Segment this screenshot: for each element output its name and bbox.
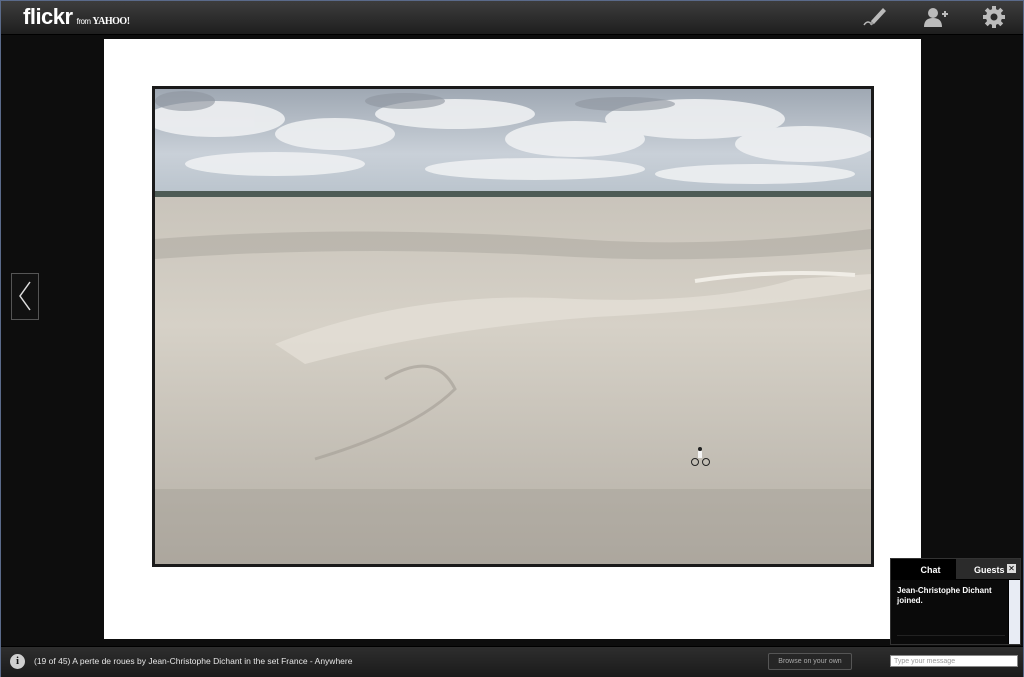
edit-pen-icon[interactable] <box>862 5 888 29</box>
browse-button[interactable]: Browse on your own <box>768 653 852 670</box>
chat-tabs: Chat Guests ✕ <box>891 559 1020 579</box>
info-icon[interactable]: i <box>10 654 25 669</box>
message-divider <box>897 635 1005 636</box>
tab-guests-label: Guests <box>974 565 1005 575</box>
top-bar: flickr from YAHOO! <box>1 1 1023 35</box>
logo-wordmark: flickr <box>23 4 73 29</box>
photo-frame <box>104 39 921 639</box>
chevron-left-icon <box>19 281 31 311</box>
main-photo[interactable] <box>152 86 874 567</box>
add-contact-icon[interactable] <box>923 5 949 29</box>
bottom-bar: i (19 of 45) A perte de roues by Jean-Ch… <box>1 646 1023 677</box>
chat-panel: Chat Guests ✕ Jean-Christophe Dichant jo… <box>890 558 1021 645</box>
flickr-logo[interactable]: flickr from YAHOO! <box>23 4 130 30</box>
chat-messages: Jean-Christophe Dichant joined. <box>891 580 1008 644</box>
chat-message-input[interactable] <box>890 655 1018 667</box>
chat-scrollbar[interactable] <box>1009 580 1020 644</box>
logo-brand: YAHOO! <box>92 16 130 27</box>
chat-message: Jean-Christophe Dichant joined. <box>897 586 992 605</box>
tab-chat[interactable]: Chat <box>905 559 956 579</box>
photo-caption: (19 of 45) A perte de roues by Jean-Chri… <box>34 656 353 666</box>
previous-photo-button[interactable] <box>11 273 39 320</box>
logo-from: from <box>76 17 92 26</box>
close-icon[interactable]: ✕ <box>1007 564 1016 573</box>
gear-icon[interactable] <box>981 5 1007 29</box>
